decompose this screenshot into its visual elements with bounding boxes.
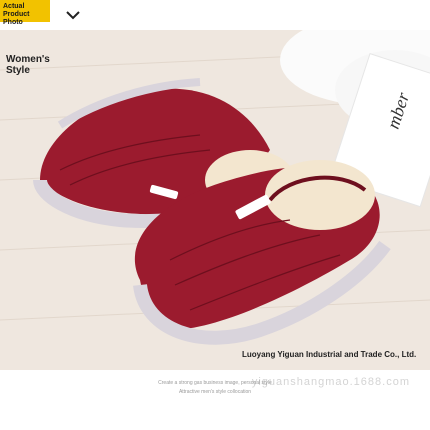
badge-line-2: Photo: [3, 19, 23, 26]
product-image: Actual Product Photo mber Women's Style …: [0, 0, 430, 430]
footer-line-2: Attractive men's style collocation: [178, 389, 252, 395]
actual-photo-badge: Actual Product Photo: [0, 0, 50, 26]
footer: yiguanshangmao.1688.com Create a strong …: [0, 370, 430, 430]
shoes-photo: mber: [0, 30, 430, 370]
chevron-down-icon[interactable]: [64, 5, 82, 23]
footer-line-1: Create a strong gas business image, pers…: [158, 380, 272, 386]
style-label: Women's Style: [6, 54, 50, 76]
top-bar: Actual Product Photo: [0, 0, 430, 30]
badge-line-1: Actual Product: [3, 3, 30, 18]
company-name: Luoyang Yiguan Industrial and Trade Co.,…: [242, 350, 417, 359]
